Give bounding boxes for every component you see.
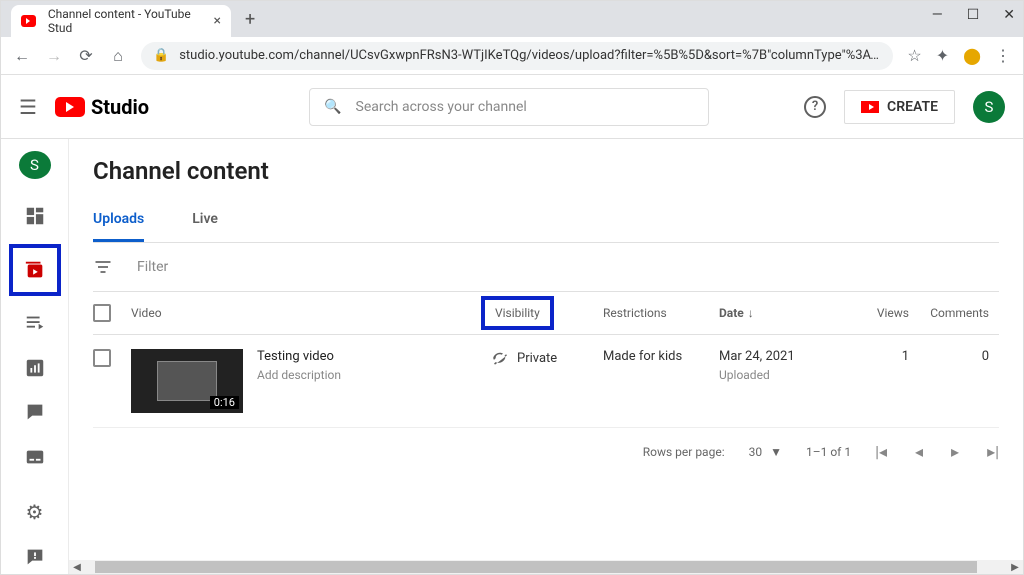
youtube-icon	[21, 15, 36, 27]
youtube-icon	[55, 97, 85, 117]
video-title[interactable]: Testing video	[257, 349, 341, 364]
next-page-icon[interactable]: ▸	[951, 442, 959, 461]
filter-label: Filter	[137, 259, 168, 275]
row-checkbox[interactable]	[93, 349, 111, 367]
home-icon[interactable]: ⌂	[109, 46, 127, 66]
create-label: CREATE	[887, 99, 938, 115]
app-header: ☰ Studio 🔍 Search across your channel ? …	[1, 75, 1023, 139]
browser-tab[interactable]: Channel content - YouTube Stud ×	[11, 5, 231, 37]
sidebar-content[interactable]	[15, 250, 55, 290]
tab-title: Channel content - YouTube Stud	[48, 7, 206, 35]
search-placeholder: Search across your channel	[356, 99, 527, 115]
date-sub: Uploaded	[719, 368, 855, 382]
new-tab-button[interactable]: +	[231, 9, 269, 30]
menu-icon[interactable]: ☰	[19, 95, 37, 119]
feedback-icon	[24, 546, 46, 568]
address-bar[interactable]: 🔒 studio.youtube.com/channel/UCsvGxwpnFR…	[141, 42, 893, 70]
pagination: Rows per page: 30 ▼ 1–1 of 1 |◂ ◂ ▸ ▸|	[93, 428, 999, 475]
forward-icon[interactable]: →	[45, 46, 63, 66]
video-thumbnail[interactable]: 0:16	[131, 349, 243, 413]
subtitles-icon	[24, 446, 46, 468]
extensions-icon[interactable]: ✦	[936, 46, 949, 65]
highlight-content-nav	[9, 244, 61, 296]
logo-text: Studio	[91, 95, 149, 119]
browser-tabstrip: Channel content - YouTube Stud × + — ☐ ✕	[1, 1, 1023, 37]
col-comments[interactable]: Comments	[909, 306, 989, 320]
scroll-right-icon[interactable]: ▶	[1007, 562, 1023, 573]
page-title: Channel content	[93, 157, 999, 185]
create-button[interactable]: CREATE	[844, 90, 955, 124]
tab-uploads[interactable]: Uploads	[93, 211, 144, 242]
visibility-private-icon	[491, 349, 509, 367]
video-duration: 0:16	[210, 396, 239, 409]
sidebar: S ⚙	[1, 139, 69, 574]
create-icon	[861, 101, 879, 113]
window-maximize-icon[interactable]: ☐	[967, 7, 980, 23]
first-page-icon[interactable]: |◂	[875, 442, 887, 461]
account-avatar[interactable]: S	[973, 91, 1005, 123]
search-input[interactable]: 🔍 Search across your channel	[309, 88, 709, 126]
table-header: Video Visibility Restrictions Date↓ View…	[93, 292, 999, 335]
scroll-left-icon[interactable]: ◀	[69, 562, 85, 573]
help-icon[interactable]: ?	[804, 96, 826, 118]
rows-per-page-label: Rows per page:	[643, 445, 725, 459]
main-content: Channel content Uploads Live Filter Vide…	[69, 139, 1023, 574]
comments-icon	[24, 401, 46, 423]
content-icon	[24, 259, 46, 281]
date-value: Mar 24, 2021	[719, 349, 855, 364]
lock-icon: 🔒	[153, 48, 169, 63]
search-icon: 🔍	[324, 99, 341, 115]
views-value: 1	[855, 349, 909, 364]
sidebar-feedback[interactable]	[15, 539, 55, 574]
dashboard-icon	[24, 205, 46, 227]
sidebar-comments[interactable]	[15, 395, 55, 430]
sort-desc-icon: ↓	[748, 306, 754, 320]
playlist-icon	[24, 312, 46, 334]
content-tabs: Uploads Live	[93, 211, 999, 243]
page-range: 1–1 of 1	[806, 445, 851, 459]
filter-icon	[93, 257, 113, 277]
video-description[interactable]: Add description	[257, 368, 341, 382]
browser-toolbar: ← → ⟳ ⌂ 🔒 studio.youtube.com/channel/UCs…	[1, 37, 1023, 75]
col-video[interactable]: Video	[131, 306, 491, 320]
chevron-down-icon: ▼	[770, 445, 782, 459]
extension-badge-icon[interactable]: ⬤	[963, 46, 981, 65]
reload-icon[interactable]: ⟳	[77, 46, 95, 65]
col-visibility[interactable]: Visibility	[491, 306, 603, 320]
sidebar-playlists[interactable]	[15, 306, 55, 341]
horizontal-scrollbar[interactable]: ◀ ▶	[69, 560, 1023, 574]
back-icon[interactable]: ←	[13, 46, 31, 66]
sidebar-subtitles[interactable]	[15, 440, 55, 475]
sidebar-dashboard[interactable]	[15, 199, 55, 234]
filter-bar[interactable]: Filter	[93, 243, 999, 292]
studio-logo[interactable]: Studio	[55, 95, 149, 119]
star-icon[interactable]: ☆	[907, 46, 921, 65]
sidebar-settings[interactable]: ⚙	[15, 495, 55, 530]
channel-avatar[interactable]: S	[19, 151, 51, 179]
rows-per-page-select[interactable]: 30 ▼	[749, 445, 782, 459]
tab-close-icon[interactable]: ×	[214, 13, 221, 29]
last-page-icon[interactable]: ▸|	[987, 442, 999, 461]
restrictions-value: Made for kids	[603, 349, 719, 364]
prev-page-icon[interactable]: ◂	[915, 442, 923, 461]
col-date[interactable]: Date↓	[719, 306, 855, 320]
analytics-icon	[24, 357, 46, 379]
sidebar-analytics[interactable]	[15, 350, 55, 385]
tab-live[interactable]: Live	[192, 211, 218, 242]
window-minimize-icon[interactable]: —	[932, 7, 943, 23]
gear-icon: ⚙	[26, 500, 44, 524]
col-restrictions[interactable]: Restrictions	[603, 306, 719, 320]
scrollbar-thumb[interactable]	[95, 561, 977, 573]
select-all-checkbox[interactable]	[93, 304, 111, 322]
highlight-visibility-col: Visibility	[481, 296, 554, 330]
url-text: studio.youtube.com/channel/UCsvGxwpnFRsN…	[179, 48, 881, 63]
visibility-value: Private	[517, 351, 557, 366]
browser-menu-icon[interactable]: ⋮	[995, 46, 1011, 65]
comments-value: 0	[909, 349, 989, 364]
window-close-icon[interactable]: ✕	[1003, 7, 1015, 23]
table-row[interactable]: 0:16 Testing video Add description Priva…	[93, 335, 999, 428]
col-views[interactable]: Views	[855, 306, 909, 320]
